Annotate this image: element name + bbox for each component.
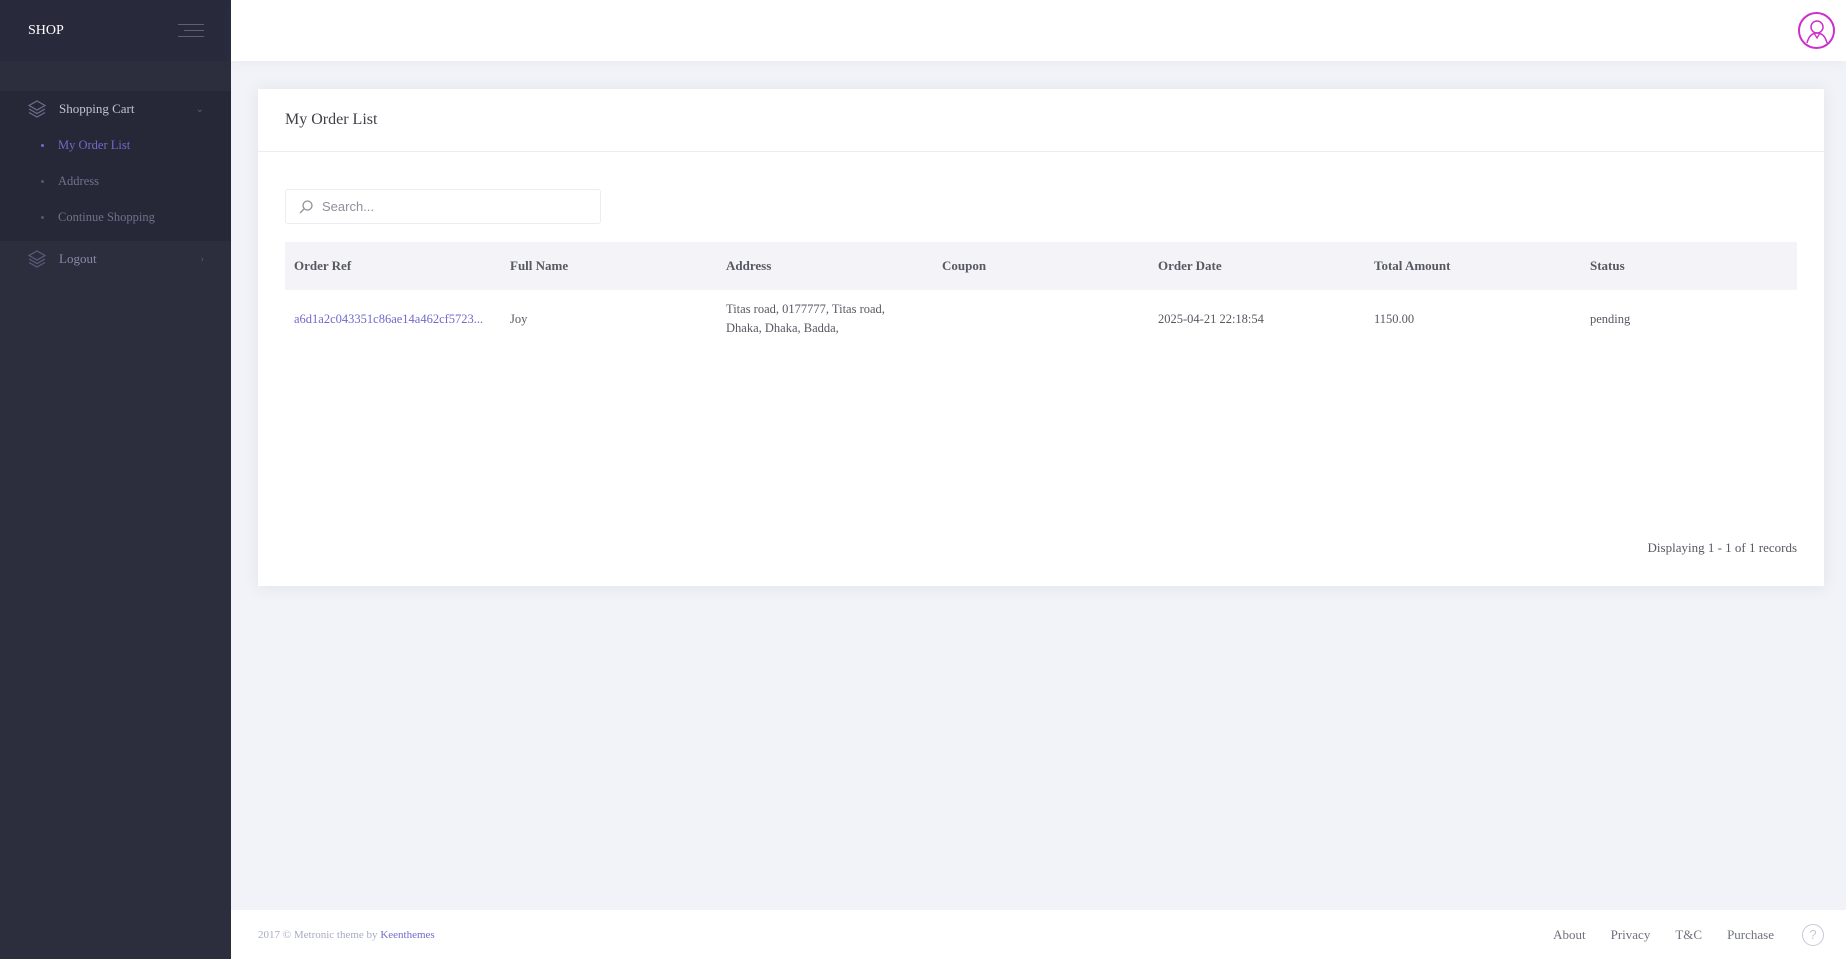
records-info: Displaying 1 - 1 of 1 records	[1647, 540, 1797, 555]
orders-table: Order Ref Full Name Address Coupon Order…	[285, 242, 1797, 348]
table-row: a6d1a2c043351c86ae14a462cf5723... Joy Ti…	[285, 290, 1797, 348]
address-line-2: Dhaka, Dhaka, Badda,	[726, 321, 839, 335]
search-icon	[298, 199, 314, 215]
shopping-cart-submenu: My Order List Address Continue Shopping	[0, 127, 231, 241]
order-date-cell: 2025-04-21 22:18:54	[1158, 311, 1264, 326]
sidebar-item-label: Continue Shopping	[58, 209, 155, 224]
bullet-icon	[41, 143, 44, 147]
author-link[interactable]: Keenthemes	[380, 929, 434, 941]
column-header-order-ref[interactable]: Order Ref	[285, 258, 501, 274]
footer-link-tc[interactable]: T&C	[1675, 927, 1702, 943]
layers-icon	[27, 99, 47, 119]
sidebar-item-my-order-list[interactable]: My Order List	[0, 127, 231, 163]
menu-toggle-icon[interactable]	[178, 22, 204, 40]
user-avatar-icon[interactable]	[1798, 12, 1835, 49]
brand-name[interactable]: SHOP	[28, 23, 64, 39]
top-header	[231, 0, 1846, 61]
table-header: Order Ref Full Name Address Coupon Order…	[285, 242, 1797, 290]
column-header-status[interactable]: Status	[1581, 258, 1797, 274]
column-header-total-amount[interactable]: Total Amount	[1365, 258, 1581, 274]
sidebar-item-label: Logout	[59, 251, 97, 266]
footer: 2017 © Metronic theme by Keenthemes Abou…	[231, 910, 1846, 959]
sidebar-item-continue-shopping[interactable]: Continue Shopping	[0, 199, 231, 235]
sidebar-menu: Shopping Cart ⌄ My Order List Address Co…	[0, 61, 231, 277]
copyright-text: 2017 © Metronic theme by	[258, 928, 381, 941]
sidebar-item-address[interactable]: Address	[0, 163, 231, 199]
copyright: 2017 © Metronic theme by Keenthemes	[258, 929, 435, 941]
bullet-icon	[41, 179, 44, 183]
sidebar-item-label: Shopping Cart	[59, 101, 135, 116]
footer-link-purchase[interactable]: Purchase	[1727, 927, 1774, 943]
brand-bar: SHOP	[0, 0, 231, 61]
order-ref-link[interactable]: a6d1a2c043351c86ae14a462cf5723...	[285, 310, 501, 329]
bullet-icon	[41, 215, 44, 219]
search-box[interactable]	[285, 189, 601, 224]
total-amount-cell: 1150.00	[1374, 311, 1415, 326]
sidebar-item-logout[interactable]: Logout ›	[0, 241, 231, 277]
layers-icon	[27, 249, 47, 269]
chevron-down-icon: ⌄	[195, 103, 204, 115]
address-line-1: Titas road, 0177777, Titas road,	[726, 302, 885, 316]
sidebar: SHOP Shopping Cart ⌄ My Order List Addre…	[0, 0, 231, 959]
column-header-coupon[interactable]: Coupon	[933, 258, 1149, 274]
footer-link-privacy[interactable]: Privacy	[1611, 927, 1651, 943]
page-title: My Order List	[285, 111, 378, 128]
column-header-full-name[interactable]: Full Name	[501, 258, 717, 274]
status-cell: pending	[1590, 311, 1631, 326]
order-list-portlet: My Order List Order Ref Full Name Addres…	[258, 89, 1824, 586]
footer-link-about[interactable]: About	[1553, 927, 1586, 943]
address-cell: Titas road, 0177777, Titas road, Dhaka, …	[717, 300, 933, 338]
sidebar-item-label: Address	[58, 173, 99, 188]
column-header-address[interactable]: Address	[717, 258, 933, 274]
chevron-right-icon: ›	[200, 253, 204, 265]
portlet-header: My Order List	[258, 89, 1824, 152]
column-header-order-date[interactable]: Order Date	[1149, 258, 1365, 274]
help-icon[interactable]: ?	[1802, 923, 1824, 946]
search-input[interactable]	[322, 199, 582, 214]
sidebar-item-shopping-cart[interactable]: Shopping Cart ⌄	[0, 91, 231, 127]
footer-links: About Privacy T&C Purchase ?	[1528, 923, 1824, 946]
sidebar-item-label: My Order List	[58, 137, 131, 152]
full-name-cell: Joy	[510, 311, 528, 326]
